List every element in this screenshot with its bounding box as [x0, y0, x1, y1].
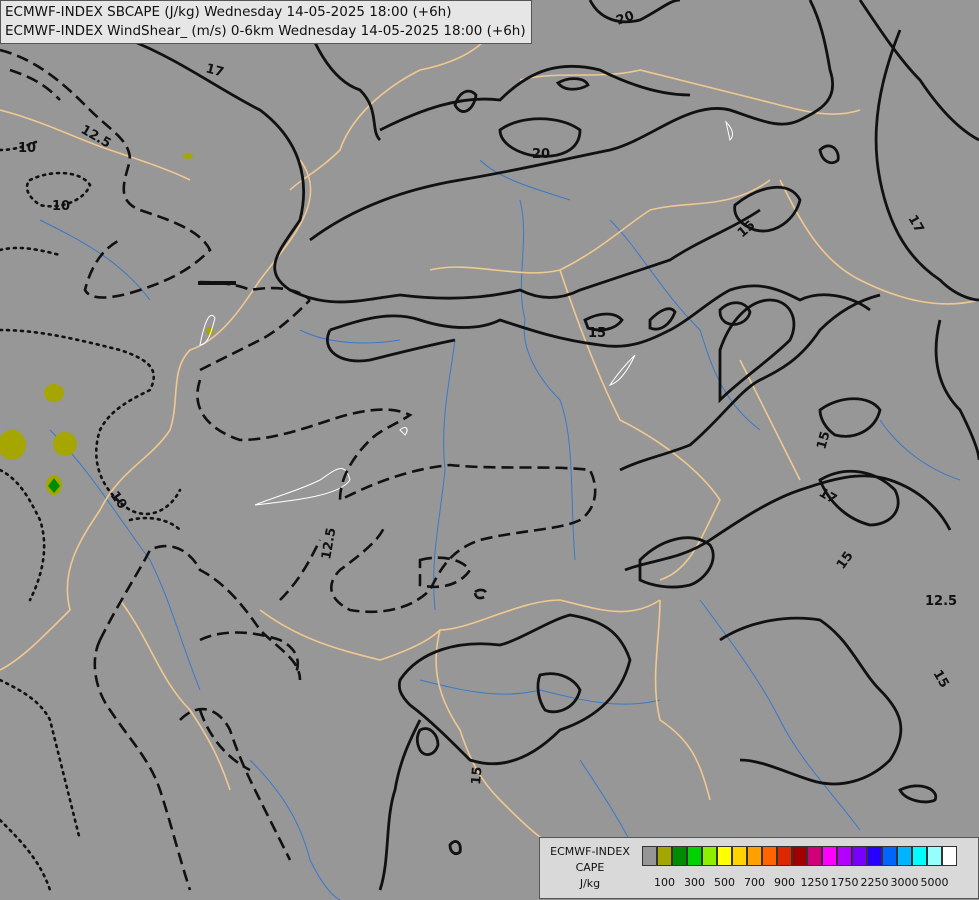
legend-tick-label: 3000: [890, 876, 919, 889]
legend-swatch: [717, 846, 732, 866]
legend-swatch: [807, 846, 822, 866]
legend-title: ECMWF-INDEX: [550, 845, 630, 858]
contour-label: 15: [469, 766, 486, 785]
legend-swatch: [822, 846, 837, 866]
legend-swatch: [792, 846, 807, 866]
legend-swatch: [852, 846, 867, 866]
legend-swatch: [927, 846, 942, 866]
title-line-windshear: ECMWF-INDEX WindShear_ (m/s) 0-6km Wedne…: [5, 23, 526, 39]
legend-swatch: [732, 846, 747, 866]
cape-legend: ECMWF-INDEX CAPE J/kg 100 300 500 700 900 125…: [539, 837, 979, 899]
legend-swatch: [942, 846, 957, 866]
contour-label: 12.5: [925, 594, 957, 609]
map-title: ECMWF-INDEX SBCAPE (J/kg) Wednesday 14-0…: [0, 0, 532, 44]
legend-tick-label: 900: [774, 876, 795, 889]
legend-swatch: [867, 846, 882, 866]
weather-map: 20 17 12.5 10 10 20 15 15 17 15 15 12.5 …: [0, 0, 979, 900]
contour-label: 15: [588, 326, 606, 341]
legend-swatch: [747, 846, 762, 866]
legend-swatch: [762, 846, 777, 866]
legend-swatch: [912, 846, 927, 866]
legend-tick-label: 500: [714, 876, 735, 889]
legend-swatch: [642, 846, 657, 866]
legend-variable: CAPE: [575, 861, 605, 874]
legend-swatch: [657, 846, 672, 866]
legend-swatch: [672, 846, 687, 866]
legend-swatch: [837, 846, 852, 866]
legend-swatch: [897, 846, 912, 866]
legend-swatch: [702, 846, 717, 866]
legend-tick-label: 1750: [830, 876, 859, 889]
contour-label: 10: [52, 199, 70, 214]
legend-swatch: [777, 846, 792, 866]
contour-label: 20: [532, 147, 550, 162]
contour-label: 10: [18, 141, 36, 156]
legend-tick-label: 2250: [860, 876, 889, 889]
legend-tick-label: 300: [684, 876, 705, 889]
legend-tick-label: 5000: [920, 876, 949, 889]
legend-swatch: [882, 846, 897, 866]
legend-tick-label: 1250: [800, 876, 829, 889]
legend-tick-label: 100: [654, 876, 675, 889]
legend-tick-label: 700: [744, 876, 765, 889]
legend-unit: J/kg: [579, 877, 601, 890]
title-line-cape: ECMWF-INDEX SBCAPE (J/kg) Wednesday 14-0…: [5, 4, 452, 20]
legend-swatch: [687, 846, 702, 866]
